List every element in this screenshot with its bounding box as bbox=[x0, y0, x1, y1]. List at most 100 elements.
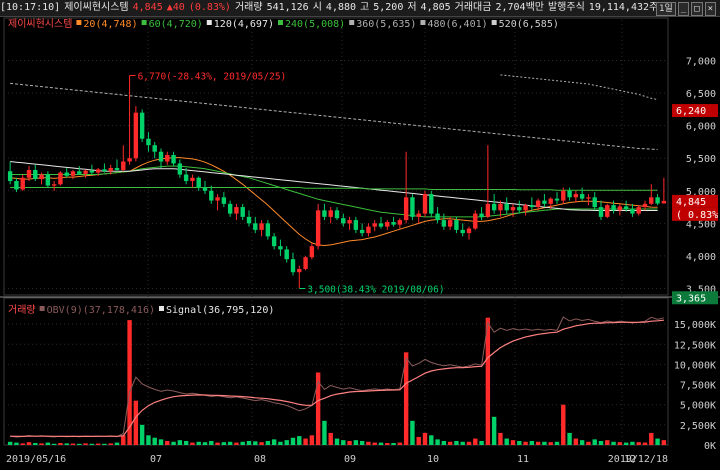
candle-body bbox=[466, 228, 472, 234]
volume-bar bbox=[328, 432, 333, 445]
candle-body bbox=[121, 161, 126, 170]
candle-body bbox=[403, 197, 409, 221]
candle-body bbox=[309, 246, 315, 258]
volume-bar bbox=[215, 442, 220, 445]
volume-bar bbox=[158, 439, 164, 445]
chart-canvas[interactable]: 3,5004,0004,5005,0005,5006,0006,5007,000… bbox=[0, 0, 720, 470]
legend-swatch bbox=[278, 20, 283, 25]
candle-body bbox=[95, 169, 101, 173]
date-tick-label: 08 bbox=[254, 454, 266, 465]
ma-120-line bbox=[10, 161, 658, 211]
legend-swatch bbox=[141, 20, 147, 25]
volume-bar bbox=[139, 424, 145, 445]
candle-body bbox=[265, 223, 271, 237]
ma-240-line bbox=[10, 187, 658, 191]
candle-body bbox=[435, 213, 440, 221]
legend-swatch bbox=[206, 20, 212, 25]
volume-bar bbox=[341, 440, 346, 445]
volume-bar bbox=[177, 440, 183, 445]
candle-body bbox=[623, 206, 629, 210]
candle-body bbox=[586, 197, 591, 199]
volume-bar bbox=[202, 442, 208, 445]
volume-bar bbox=[605, 440, 610, 445]
candle-body bbox=[234, 207, 239, 214]
candle-body bbox=[152, 145, 157, 152]
volume-bar bbox=[77, 443, 82, 445]
date-tick-label: 09 bbox=[344, 454, 356, 465]
volume-bar bbox=[240, 441, 245, 445]
candle-body bbox=[649, 197, 654, 204]
volume-tick-label: 2,500K bbox=[680, 421, 716, 432]
volume-bar bbox=[661, 440, 667, 445]
candle-body bbox=[158, 151, 164, 162]
candle-body bbox=[328, 210, 333, 217]
candle-body bbox=[253, 223, 258, 230]
last-price-tag: 4,845 bbox=[676, 197, 706, 208]
candle-body bbox=[70, 171, 76, 176]
candle-body bbox=[661, 200, 667, 204]
candle-body bbox=[322, 210, 327, 217]
volume-bar bbox=[253, 441, 258, 445]
volume-bar bbox=[554, 441, 560, 445]
candle-body bbox=[479, 213, 484, 217]
volume-bar bbox=[561, 404, 566, 445]
candle-body bbox=[636, 207, 641, 214]
volume-tick-label: 12,500K bbox=[674, 340, 716, 351]
candle-body bbox=[347, 220, 352, 224]
candle-body bbox=[303, 257, 308, 269]
candle-body bbox=[504, 203, 509, 211]
volume-bar bbox=[510, 440, 516, 445]
volume-bar bbox=[385, 442, 390, 445]
volume-bar bbox=[642, 442, 648, 445]
price-legend-item: 480(6,401) bbox=[427, 19, 487, 30]
price-legend-item: 240(5,008) bbox=[285, 19, 345, 30]
volume-tick-label: 0K bbox=[704, 441, 716, 452]
volume-legend-item: Signal(36,795,120) bbox=[166, 305, 274, 316]
candle-body bbox=[523, 205, 528, 211]
volume-bar bbox=[322, 420, 327, 445]
candle-body bbox=[447, 220, 453, 227]
volume-bar bbox=[617, 442, 623, 445]
candle-body bbox=[271, 236, 277, 247]
volume-bar bbox=[542, 441, 547, 445]
candle-body bbox=[334, 210, 340, 219]
candle-body bbox=[353, 220, 359, 230]
volume-bar bbox=[303, 438, 308, 445]
candle-body bbox=[89, 170, 95, 173]
volume-tick-label: 10,000K bbox=[674, 360, 716, 371]
candle-body bbox=[114, 168, 120, 170]
candle-body bbox=[655, 197, 660, 204]
candle-body bbox=[611, 205, 616, 211]
volume-tick-label: 7,500K bbox=[680, 381, 716, 392]
volume-bar bbox=[611, 441, 616, 445]
candle-body bbox=[429, 194, 434, 214]
ma-60-line bbox=[10, 165, 658, 218]
candle-body bbox=[39, 174, 44, 180]
volume-bar bbox=[598, 440, 604, 445]
legend-swatch bbox=[158, 306, 164, 311]
candle-body bbox=[102, 169, 107, 172]
legend-swatch bbox=[349, 20, 355, 25]
candle-body bbox=[177, 163, 183, 175]
volume-tick-label: 15,000K bbox=[674, 320, 716, 331]
candle-body bbox=[592, 197, 597, 208]
candle-body bbox=[385, 222, 390, 227]
volume-bar bbox=[372, 442, 377, 445]
volume-bar bbox=[58, 442, 63, 445]
volume-bar bbox=[7, 441, 13, 445]
candle-body bbox=[366, 226, 371, 234]
candle-body bbox=[567, 190, 572, 198]
volume-bar bbox=[623, 442, 629, 445]
candle-body bbox=[215, 197, 220, 201]
candle-body bbox=[617, 206, 623, 211]
volume-bar bbox=[435, 439, 440, 445]
date-tick-label: 07 bbox=[150, 454, 162, 465]
candle-body bbox=[517, 207, 522, 211]
volume-bar bbox=[297, 436, 302, 445]
volume-bar bbox=[378, 442, 384, 445]
volume-bar bbox=[121, 435, 126, 445]
volume-bar bbox=[133, 400, 139, 445]
candle-body bbox=[190, 177, 195, 182]
ma-480-line bbox=[500, 74, 658, 101]
price-tick-label: 4,000 bbox=[686, 252, 716, 263]
